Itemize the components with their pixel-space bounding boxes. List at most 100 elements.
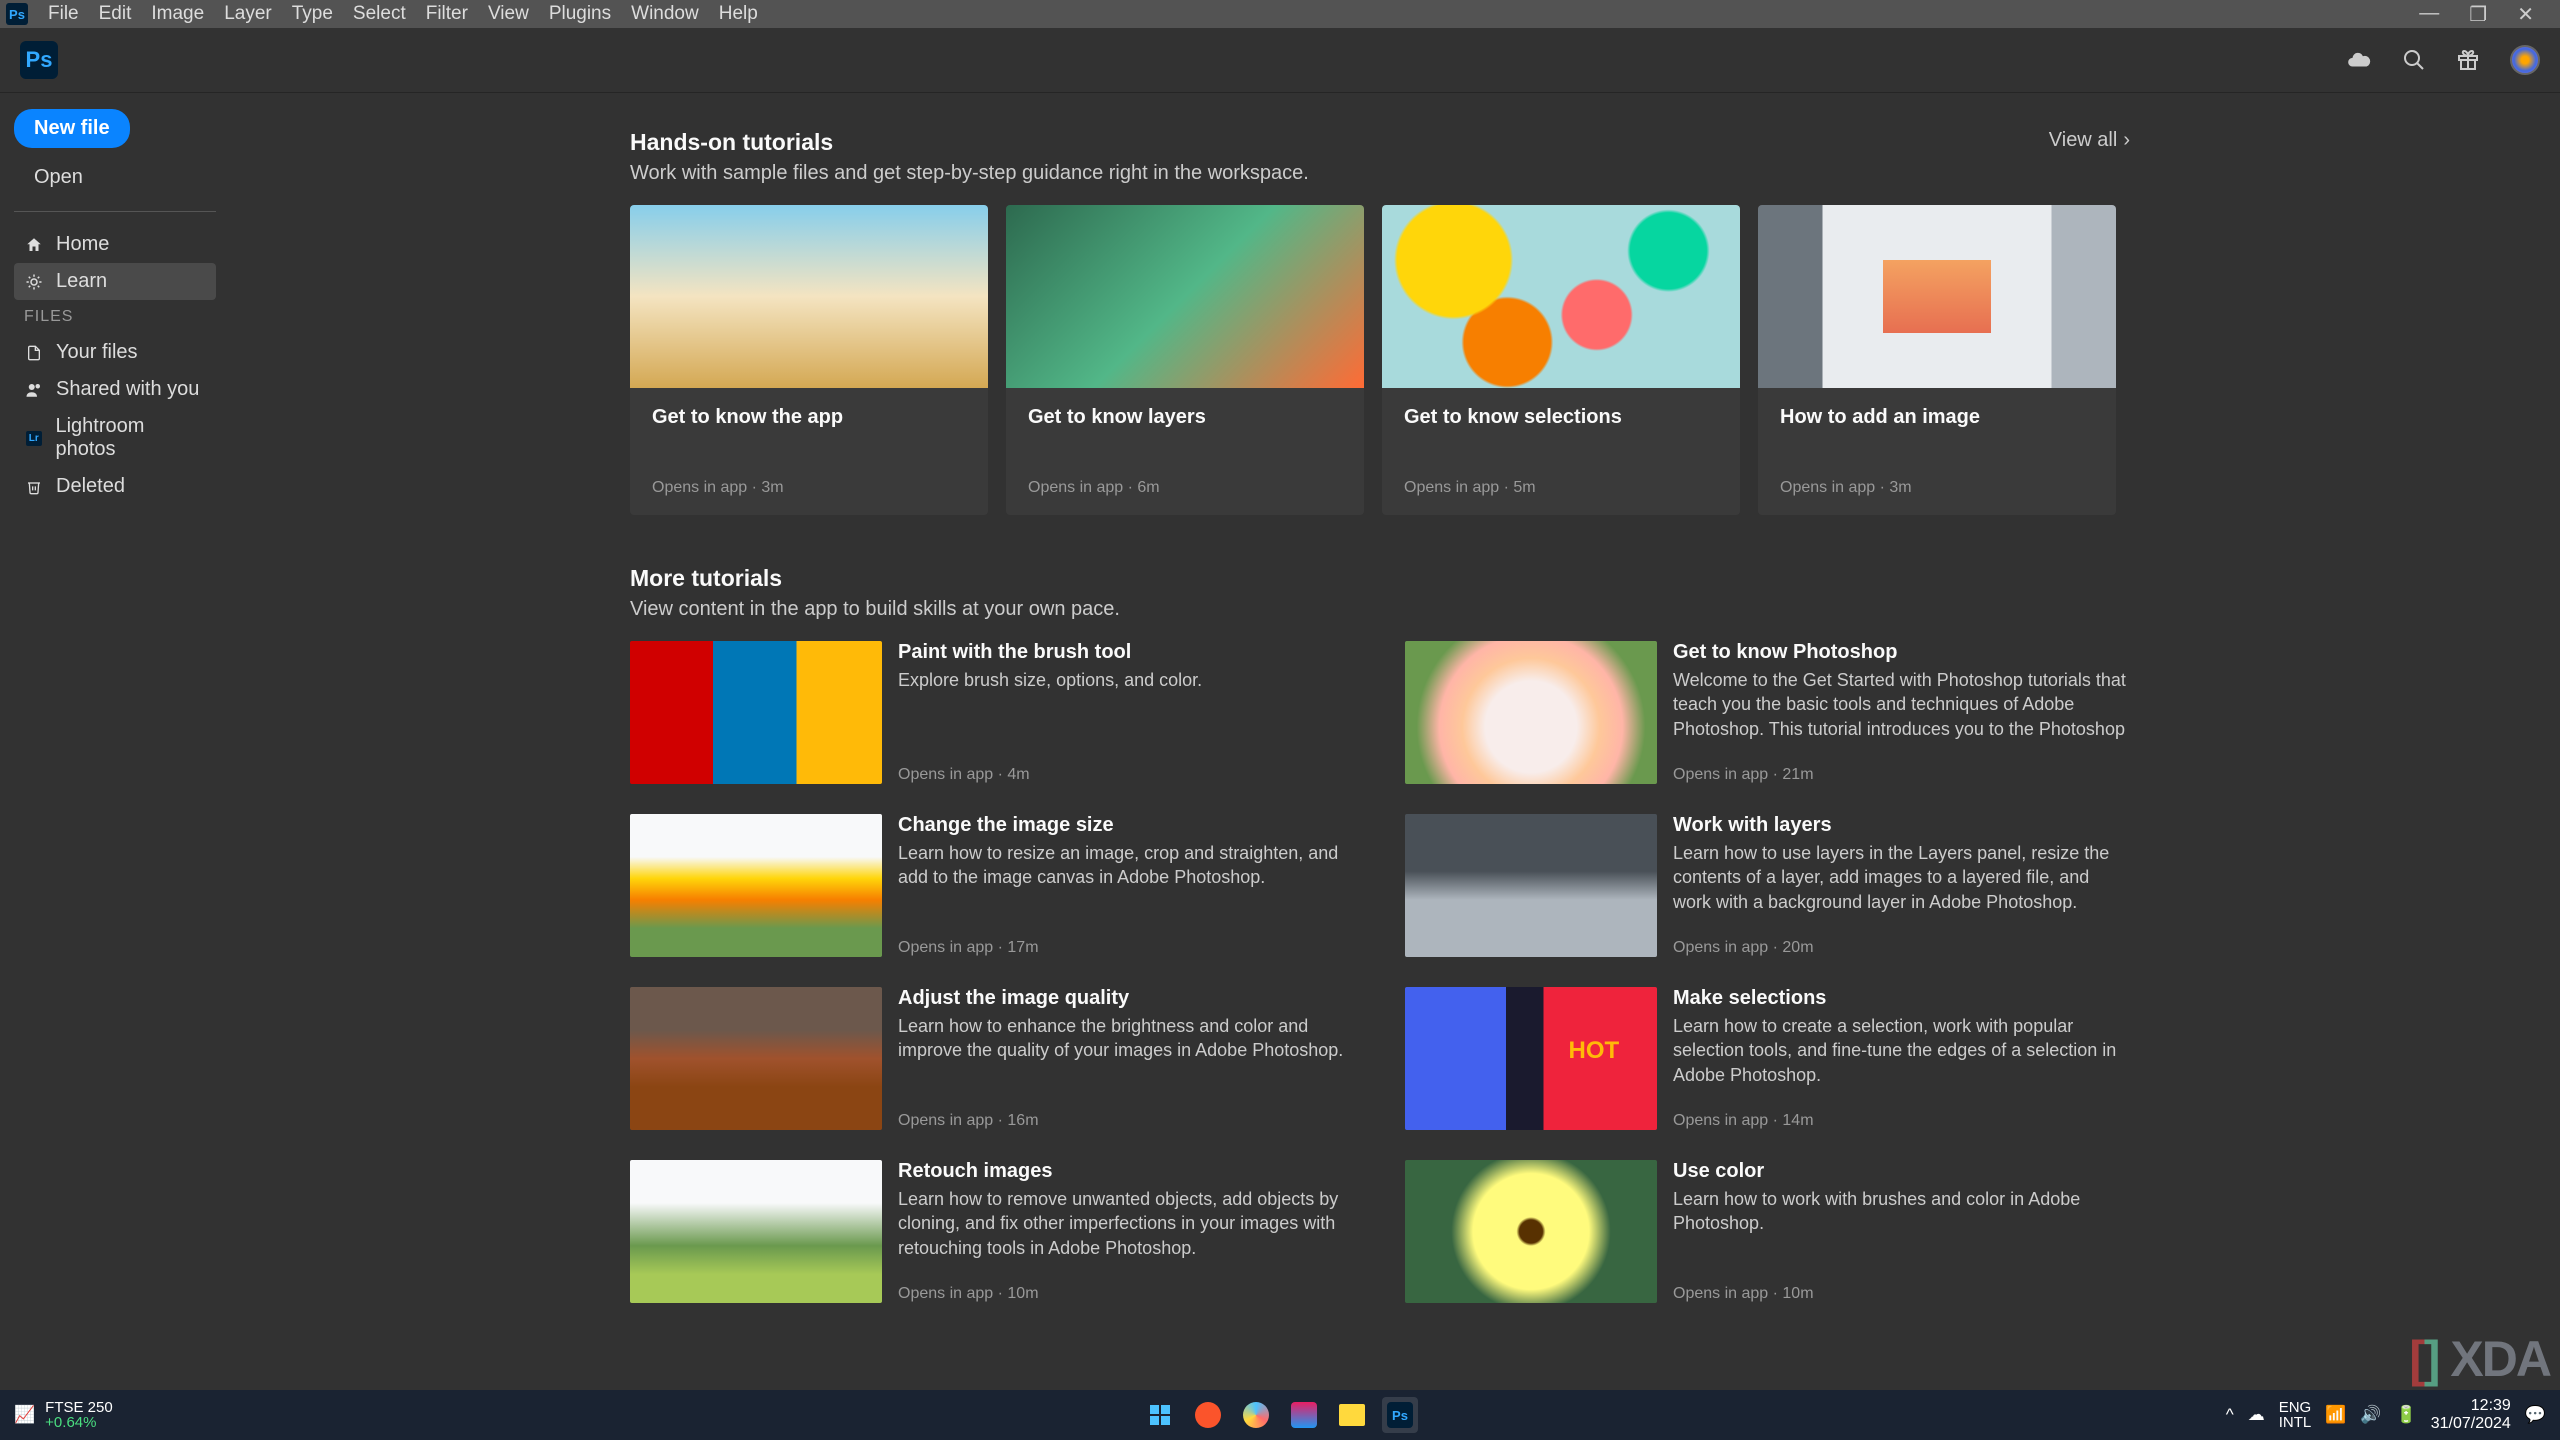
- tutorial-list-desc: Welcome to the Get Started with Photosho…: [1673, 668, 2130, 742]
- clock[interactable]: 12:39 31/07/2024: [2431, 1397, 2511, 1432]
- tutorial-list-desc: Learn how to work with brushes and color…: [1673, 1187, 2130, 1236]
- tutorial-list-item[interactable]: Make selections Learn how to create a se…: [1405, 987, 2130, 1130]
- tutorial-list-meta: Opens in app · 10m: [1673, 1285, 2130, 1303]
- sidebar-item-label: Lightroom photos: [55, 415, 206, 461]
- sidebar: New file Open Home Learn FILES Your file…: [0, 93, 230, 1390]
- new-file-button[interactable]: New file: [14, 109, 130, 148]
- menu-select[interactable]: Select: [343, 0, 416, 28]
- sidebar-item-your-files[interactable]: Your files: [14, 334, 216, 371]
- windows-taskbar: 📈 FTSE 250 +0.64% Ps ^ ☁ ENGINTL 📶 🔊 🔋 1…: [0, 1390, 2560, 1440]
- tutorial-thumbnail: [1405, 641, 1657, 784]
- tutorial-card[interactable]: How to add an image Opens in app · 3m: [1758, 205, 2116, 515]
- sidebar-item-label: Deleted: [56, 475, 125, 498]
- gift-icon[interactable]: [2456, 48, 2480, 72]
- sidebar-item-learn[interactable]: Learn: [14, 263, 216, 300]
- app-icon-mini: Ps: [6, 3, 28, 25]
- stock-widget[interactable]: FTSE 250 +0.64%: [45, 1400, 113, 1430]
- photoshop-logo: Ps: [20, 41, 58, 79]
- chevron-right-icon: ›: [2123, 129, 2130, 152]
- tutorial-list-item[interactable]: Work with layers Learn how to use layers…: [1405, 814, 2130, 957]
- start-button[interactable]: [1142, 1397, 1178, 1433]
- tutorial-card[interactable]: Get to know selections Opens in app · 5m: [1382, 205, 1740, 515]
- tutorial-card-meta: Opens in app · 3m: [652, 479, 966, 497]
- menu-edit[interactable]: Edit: [89, 0, 142, 28]
- menu-image[interactable]: Image: [141, 0, 214, 28]
- taskbar-app-photoshop[interactable]: Ps: [1382, 1397, 1418, 1433]
- taskbar-app-brave[interactable]: [1190, 1397, 1226, 1433]
- menu-plugins[interactable]: Plugins: [539, 0, 621, 28]
- tutorial-list-desc: Learn how to remove unwanted objects, ad…: [898, 1187, 1355, 1260]
- sidebar-item-shared[interactable]: Shared with you: [14, 371, 216, 408]
- tutorial-thumbnail: [630, 205, 988, 388]
- language-indicator[interactable]: ENGINTL: [2279, 1400, 2312, 1430]
- more-tutorials-title: More tutorials: [630, 565, 1120, 592]
- sidebar-item-home[interactable]: Home: [14, 226, 216, 263]
- more-tutorials-subtitle: View content in the app to build skills …: [630, 598, 1120, 621]
- tutorial-list-item[interactable]: Adjust the image quality Learn how to en…: [630, 987, 1355, 1130]
- menu-bar: Ps File Edit Image Layer Type Select Fil…: [0, 0, 2560, 28]
- sidebar-item-label: Your files: [56, 341, 138, 364]
- tutorial-list-meta: Opens in app · 20m: [1673, 939, 2130, 957]
- menu-layer[interactable]: Layer: [214, 0, 282, 28]
- window-restore-icon[interactable]: ❐: [2469, 2, 2487, 27]
- sidebar-item-label: Shared with you: [56, 378, 199, 401]
- window-close-icon[interactable]: ✕: [2517, 2, 2534, 27]
- taskbar-app-copilot[interactable]: [1238, 1397, 1274, 1433]
- view-all-link[interactable]: View all ›: [2049, 129, 2130, 152]
- tutorial-list-title: Retouch images: [898, 1160, 1355, 1183]
- taskbar-app-paint[interactable]: [1286, 1397, 1322, 1433]
- menu-filter[interactable]: Filter: [416, 0, 478, 28]
- tray-battery-icon[interactable]: 🔋: [2396, 1405, 2417, 1425]
- tray-chevron-icon[interactable]: ^: [2226, 1405, 2234, 1425]
- tutorial-thumbnail: [1405, 814, 1657, 957]
- search-icon[interactable]: [2402, 48, 2426, 72]
- stock-percent: +0.64%: [45, 1415, 113, 1430]
- stock-widget-icon[interactable]: 📈: [14, 1405, 35, 1425]
- menu-window[interactable]: Window: [621, 0, 709, 28]
- user-avatar[interactable]: [2510, 45, 2540, 75]
- tutorial-card-title: Get to know layers: [1028, 406, 1342, 429]
- tutorial-list-title: Paint with the brush tool: [898, 641, 1355, 664]
- tray-volume-icon[interactable]: 🔊: [2360, 1405, 2381, 1425]
- tutorial-list-title: Work with layers: [1673, 814, 2130, 837]
- menu-type[interactable]: Type: [282, 0, 343, 28]
- tutorial-thumbnail: [1382, 205, 1740, 388]
- tutorial-thumbnail: [1006, 205, 1364, 388]
- tutorial-thumbnail: [1758, 205, 2116, 388]
- menu-help[interactable]: Help: [709, 0, 768, 28]
- tutorial-list-meta: Opens in app · 21m: [1673, 766, 2130, 784]
- sidebar-item-deleted[interactable]: Deleted: [14, 468, 216, 505]
- tutorial-list-title: Change the image size: [898, 814, 1355, 837]
- menu-file[interactable]: File: [38, 0, 89, 28]
- file-icon: [24, 344, 44, 362]
- tutorial-list-item[interactable]: Get to know Photoshop Welcome to the Get…: [1405, 641, 2130, 784]
- tutorial-card-title: Get to know selections: [1404, 406, 1718, 429]
- tray-wifi-icon[interactable]: 📶: [2325, 1405, 2346, 1425]
- tutorial-list-desc: Learn how to create a selection, work wi…: [1673, 1014, 2130, 1087]
- tutorial-list-item[interactable]: Paint with the brush tool Explore brush …: [630, 641, 1355, 784]
- tutorial-list-item[interactable]: Change the image size Learn how to resiz…: [630, 814, 1355, 957]
- shared-icon: [24, 381, 44, 399]
- tutorial-thumbnail: [630, 987, 882, 1130]
- time: 12:39: [2471, 1397, 2511, 1415]
- lightroom-icon: Lr: [24, 431, 43, 446]
- tutorial-card[interactable]: Get to know the app Opens in app · 3m: [630, 205, 988, 515]
- tray-onedrive-icon[interactable]: ☁: [2248, 1405, 2265, 1425]
- tray-notifications-icon[interactable]: 💬: [2525, 1405, 2546, 1425]
- tutorial-card-title: Get to know the app: [652, 406, 966, 429]
- tutorial-card[interactable]: Get to know layers Opens in app · 6m: [1006, 205, 1364, 515]
- window-minimize-icon[interactable]: —: [2419, 2, 2439, 27]
- taskbar-app-explorer[interactable]: [1334, 1397, 1370, 1433]
- xda-watermark: [] XDA: [2409, 1330, 2550, 1388]
- open-button[interactable]: Open: [14, 158, 103, 197]
- tutorial-list-desc: Learn how to resize an image, crop and s…: [898, 841, 1355, 890]
- files-heading: FILES: [14, 300, 216, 334]
- cloud-icon[interactable]: [2346, 47, 2372, 73]
- tutorial-list-item[interactable]: Retouch images Learn how to remove unwan…: [630, 1160, 1355, 1303]
- tutorial-list-item[interactable]: Use color Learn how to work with brushes…: [1405, 1160, 2130, 1303]
- sidebar-item-lightroom[interactable]: Lr Lightroom photos: [14, 408, 216, 468]
- hands-on-subtitle: Work with sample files and get step-by-s…: [630, 162, 1309, 185]
- tutorial-thumbnail: [630, 1160, 882, 1303]
- tutorial-list-desc: Explore brush size, options, and color.: [898, 668, 1355, 692]
- menu-view[interactable]: View: [478, 0, 539, 28]
